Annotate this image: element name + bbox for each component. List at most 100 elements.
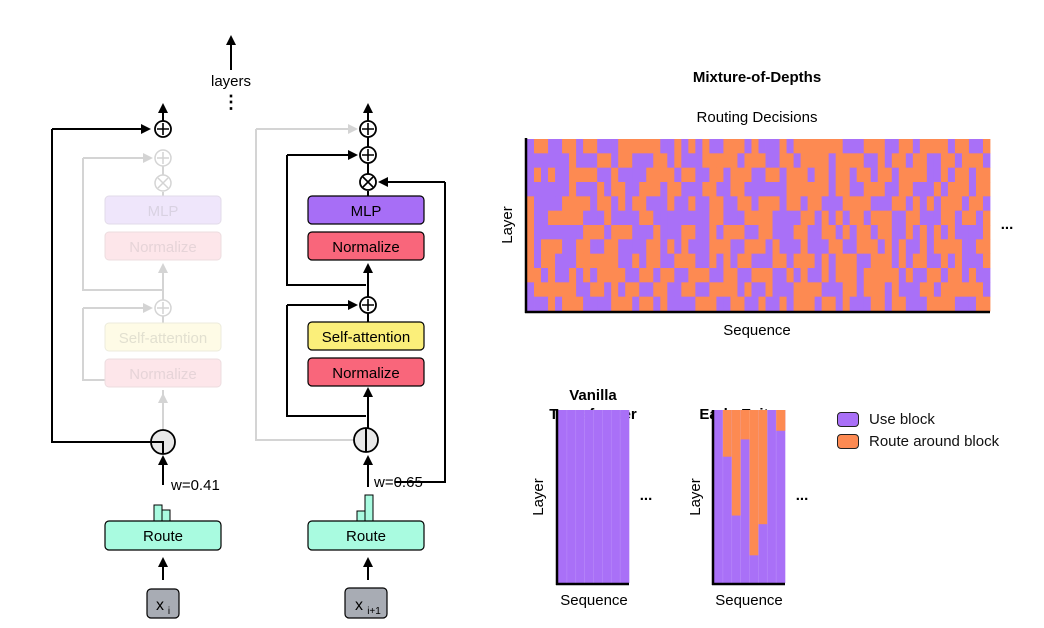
vanilla-xlabel: Sequence	[560, 592, 628, 609]
heatmap-cell-use-block	[618, 167, 626, 183]
heatmap-cell-route-around	[919, 253, 928, 269]
heatmap-cell-use-block	[709, 268, 717, 283]
heatmap-cell-route-around	[674, 153, 682, 169]
heatmap-cell-use-block	[849, 296, 858, 312]
heatmap-cell-route-around	[912, 210, 921, 226]
heatmap-cell-route-around	[947, 225, 956, 240]
heatmap-cell-route-around	[870, 282, 879, 298]
heatmap-cell-use-block	[604, 167, 612, 183]
heatmap-cell-use-block	[569, 225, 577, 240]
heatmap-cell-use-block	[730, 239, 738, 255]
heatmap-cell-use-block	[842, 139, 851, 154]
left-block: MLP Normalize Self-attention Normalize w…	[51, 103, 222, 619]
heatmap-cell-route-around	[821, 139, 830, 154]
heatmap-cell-use-block	[674, 225, 682, 240]
heatmap-cell-use-block	[716, 296, 724, 312]
heatmap-cell-route-around	[632, 196, 640, 212]
column-use-block	[611, 410, 621, 583]
heatmap-cell-use-block	[681, 296, 689, 312]
heatmap-cell-route-around	[597, 182, 605, 197]
heatmap-cell-route-around	[828, 239, 837, 255]
heatmap-cell-route-around	[877, 268, 886, 283]
heatmap-cell-route-around	[618, 225, 626, 240]
early-exit-continuation: ...	[796, 487, 809, 504]
heatmap-cell-route-around	[541, 282, 549, 298]
heatmap-cell-use-block	[835, 225, 844, 240]
heatmap-cell-route-around	[898, 239, 907, 255]
heatmap-cell-use-block	[891, 239, 900, 255]
heatmap-cell-route-around	[940, 153, 949, 169]
heatmap-cell-route-around	[779, 153, 787, 169]
heatmap-cell-use-block	[849, 167, 858, 183]
heatmap-cell-use-block	[590, 239, 598, 255]
heatmap-cell-route-around	[877, 167, 886, 183]
heatmap-cell-use-block	[681, 153, 689, 169]
heatmap-cell-route-around	[716, 167, 724, 183]
heatmap-cell-route-around	[569, 268, 577, 283]
heatmap-cell-use-block	[800, 196, 809, 212]
heatmap-cell-route-around	[912, 196, 921, 212]
heatmap-cell-route-around	[898, 196, 907, 212]
heatmap-cell-use-block	[590, 182, 598, 197]
heatmap-cell-use-block	[667, 296, 675, 312]
heatmap-cell-route-around	[814, 153, 823, 169]
heatmap-cell-use-block	[877, 239, 886, 255]
vanilla-title-line1: Vanilla	[569, 387, 617, 404]
heatmap-cell-route-around	[954, 282, 963, 298]
heatmap-cell-route-around	[821, 182, 830, 197]
heatmap-cell-route-around	[807, 196, 816, 212]
heatmap-cell-route-around	[751, 210, 759, 226]
heatmap-cell-route-around	[842, 196, 851, 212]
heatmap-cell-route-around	[821, 225, 830, 240]
heatmap-cell-route-around	[905, 225, 914, 240]
heatmap-cell-route-around	[723, 253, 731, 269]
heatmap-cell-route-around	[618, 139, 626, 154]
heatmap-cell-use-block	[814, 239, 823, 255]
heatmap-cell-route-around	[618, 196, 626, 212]
heatmap-cell-use-block	[828, 182, 837, 197]
heatmap-cell-route-around	[569, 153, 577, 169]
heatmap-cell-use-block	[695, 239, 703, 255]
heatmap-cell-route-around	[877, 253, 886, 269]
heatmap-cell-route-around	[723, 139, 731, 154]
heatmap-cell-route-around	[604, 153, 612, 169]
heatmap-cell-route-around	[730, 282, 738, 298]
heatmap-cell-route-around	[709, 196, 717, 212]
heatmap-cell-route-around	[548, 167, 556, 183]
heatmap-cell-use-block	[555, 182, 563, 197]
heatmap-cell-use-block	[681, 196, 689, 212]
heatmap-cell-route-around	[548, 239, 556, 255]
heatmap-cell-use-block	[912, 239, 921, 255]
heatmap-cell-route-around	[954, 139, 963, 154]
heatmap-cell-route-around	[772, 239, 780, 255]
heatmap-cell-route-around	[835, 210, 844, 226]
heatmap-cell-route-around	[954, 196, 963, 212]
legend-item-route-around: Route around block	[837, 430, 999, 452]
column-use-block	[593, 410, 603, 583]
heatmap-cell-route-around	[590, 225, 598, 240]
heatmap-cell-route-around	[688, 253, 696, 269]
heatmap-cell-use-block	[828, 268, 837, 283]
column-use-block	[584, 410, 594, 583]
column-route-around	[758, 410, 768, 525]
heatmap-cell-route-around	[625, 225, 633, 240]
heatmap-cell-use-block	[527, 296, 535, 312]
heatmap-cell-use-block	[548, 225, 556, 240]
heatmap-cell-route-around	[646, 210, 654, 226]
heatmap-cell-use-block	[660, 210, 668, 226]
heatmap-cell-route-around	[576, 296, 584, 312]
column-route-around	[749, 410, 759, 556]
heatmap-cell-use-block	[772, 296, 780, 312]
heatmap-cell-use-block	[975, 139, 984, 154]
heatmap-cell-route-around	[877, 296, 886, 312]
heatmap-cell-use-block	[688, 296, 696, 312]
heatmap-cell-use-block	[772, 153, 780, 169]
heatmap-cell-route-around	[905, 268, 914, 283]
heatmap-cell-use-block	[555, 225, 563, 240]
mod-cells	[527, 139, 991, 312]
heatmap-cell-route-around	[660, 167, 668, 183]
heatmap-cell-route-around	[975, 296, 984, 312]
heatmap-cell-use-block	[814, 268, 823, 283]
heatmap-cell-use-block	[786, 139, 794, 154]
heatmap-cell-use-block	[541, 268, 549, 283]
